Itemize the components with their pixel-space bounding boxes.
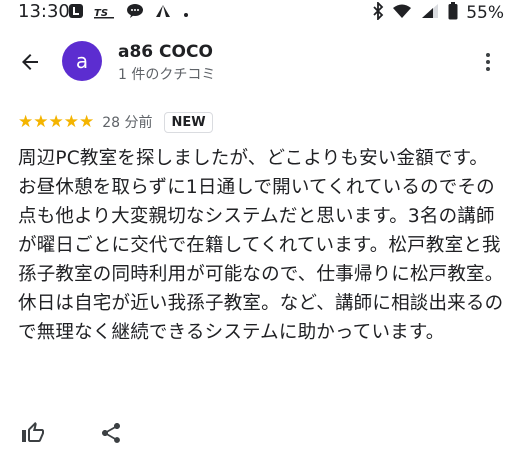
new-badge: NEW <box>164 111 213 133</box>
notification-icon <box>68 3 84 23</box>
review-text: 周辺PC教室を探しましたが、どこよりも安い金額です。お昼休憩を取らずに1日通しで… <box>18 148 504 343</box>
arrow-back-icon <box>22 54 38 70</box>
dot-icon <box>182 4 190 23</box>
reviewer-name[interactable]: a86 COCO <box>118 42 213 62</box>
wifi-icon <box>392 3 412 23</box>
rating-row: ★★★★★ 28 分前 NEW <box>18 110 213 134</box>
battery-icon <box>448 2 458 24</box>
more-options-button[interactable] <box>476 48 500 76</box>
app-icon: TS <box>94 4 116 23</box>
line-icon <box>126 3 144 23</box>
signal-icon <box>420 3 440 23</box>
review-header: a a86 COCO 1 件のクチコミ <box>0 34 516 90</box>
status-bar: 13:30 TS 55% <box>0 0 516 28</box>
share-icon <box>102 423 120 443</box>
review-actions <box>18 418 126 448</box>
like-button[interactable] <box>18 418 48 448</box>
review-count: 1 件のクチコミ <box>118 67 216 83</box>
bluetooth-icon <box>372 0 384 24</box>
review-time: 28 分前 <box>102 115 153 131</box>
star-rating: ★★★★★ <box>18 112 95 132</box>
more-vert-icon <box>486 53 490 57</box>
status-icons-left: TS <box>68 3 190 23</box>
share-button[interactable] <box>96 418 126 448</box>
status-time: 13:30 <box>18 1 70 22</box>
maps-icon <box>154 3 172 23</box>
back-button[interactable] <box>14 46 46 78</box>
avatar[interactable]: a <box>62 41 102 81</box>
thumb-up-icon <box>22 422 44 442</box>
status-icons-right: 55% <box>372 0 504 24</box>
battery-percent: 55% <box>466 3 504 23</box>
